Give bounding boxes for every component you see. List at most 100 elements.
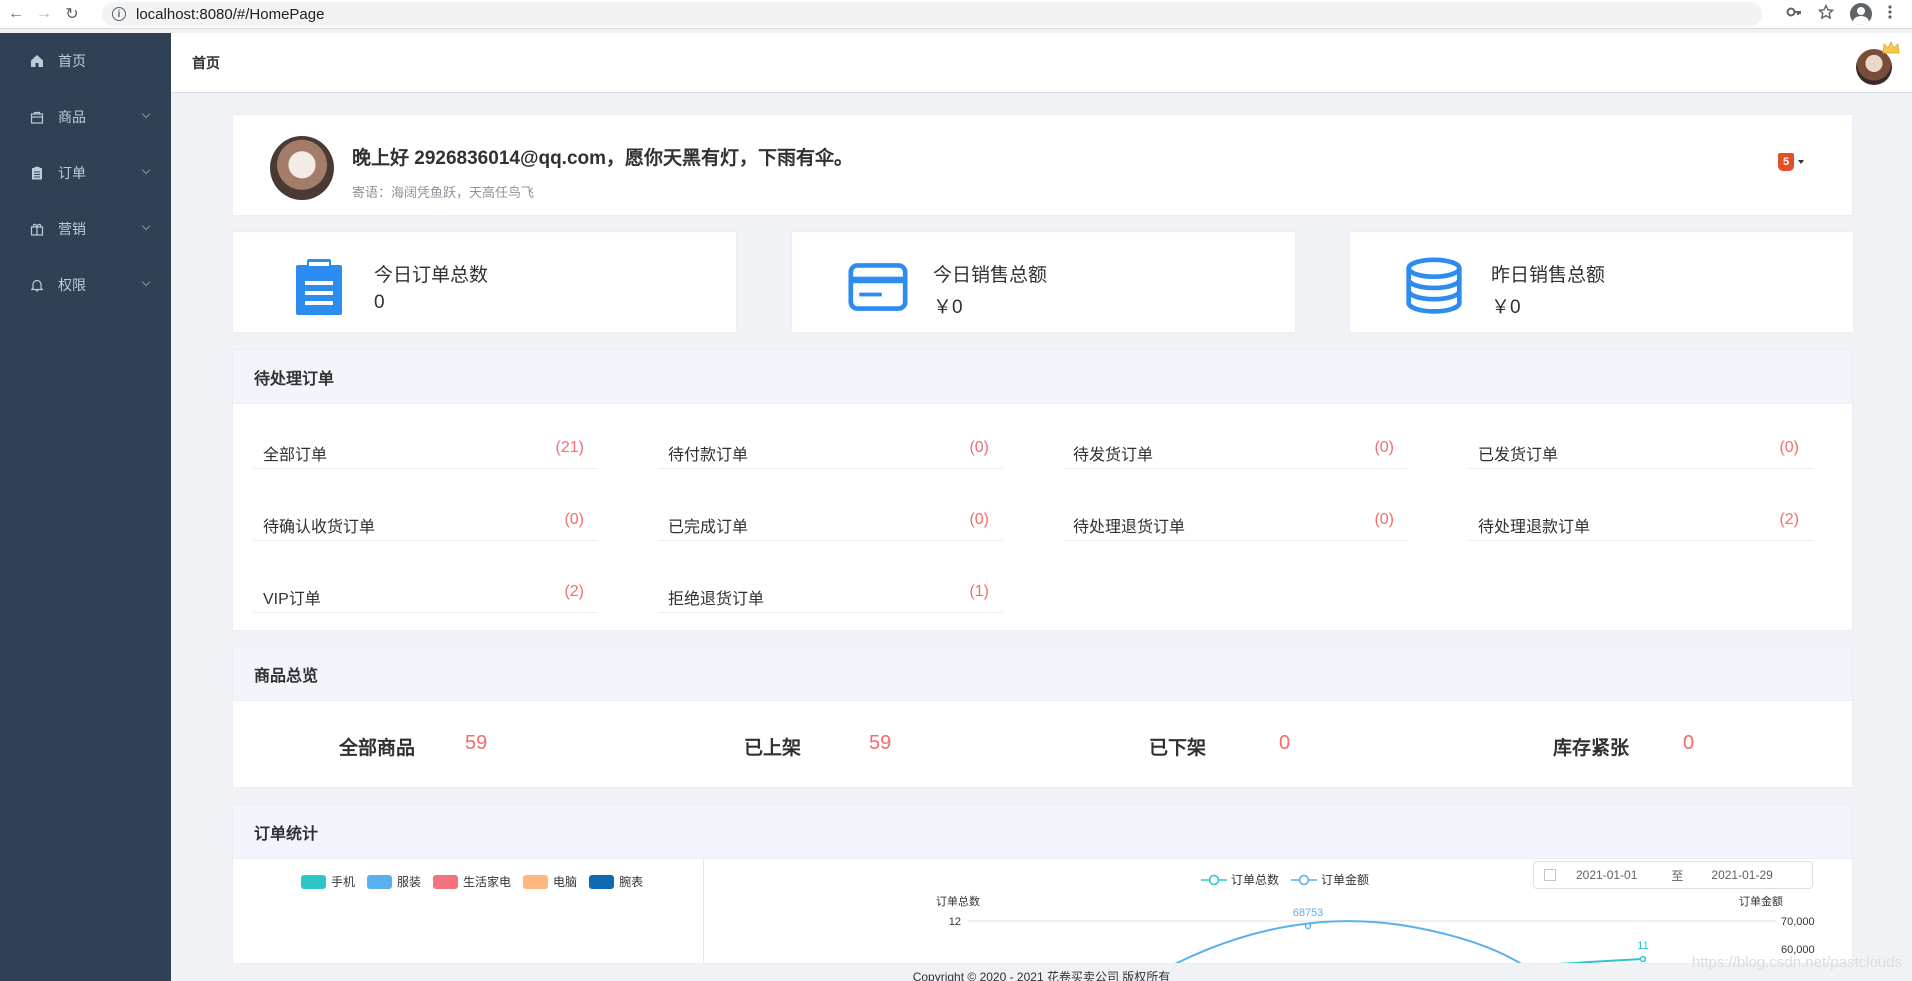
series-line-amount (1174, 920, 1522, 963)
order-link-return-rejected[interactable]: 拒绝退货订单 (1) (658, 563, 1003, 613)
browser-toolbar: ← → ↻ i localhost:8080/#/HomePage (0, 0, 1912, 29)
date-range-picker[interactable]: 2021-01-01 至 2021-01-29 (1533, 861, 1813, 889)
order-count: (0) (1374, 511, 1394, 528)
date-to[interactable]: 2021-01-29 (1711, 868, 1772, 882)
order-link-return-pending[interactable]: 待处理退货订单 (0) (1063, 491, 1408, 541)
calendar-icon (1544, 869, 1556, 881)
clipboard-icon (296, 259, 342, 315)
date-separator: 至 (1671, 868, 1684, 883)
stat-title: 今日销售总额 (933, 265, 1048, 286)
html5-dropdown[interactable]: 5 (1770, 150, 1812, 174)
order-label: 待处理退货订单 (1073, 519, 1186, 536)
data-point (1639, 955, 1647, 963)
chevron-down-icon (141, 221, 151, 231)
legend-label: 电脑 (553, 875, 578, 889)
order-count: (0) (969, 439, 989, 456)
order-link-refund-pending[interactable]: 待处理退款订单 (2) (1468, 491, 1813, 541)
legend-label: 生活家电 (463, 875, 512, 889)
stat-value: ￥0 (1491, 297, 1521, 318)
sidebar-item-orders[interactable]: 订单 (0, 145, 171, 201)
legend-label: 手机 (331, 875, 356, 889)
pending-orders-panel: 待处理订单 全部订单 (21) 待付款订单 (0) 待发货订单 (0) 已发货订… (232, 349, 1853, 631)
order-count: (21) (555, 439, 584, 456)
order-statistics-panel: 订单统计 手机 服装 生活家电 电脑 腕表 订单总数 订单金额 2021-01-… (232, 804, 1853, 964)
goods-label: 全部商品 (339, 738, 416, 759)
goods-value: 0 (1683, 732, 1695, 754)
sidebar-item-label: 订单 (58, 165, 86, 181)
caret-down-icon (1798, 160, 1804, 164)
legend-item[interactable]: 服装 (367, 873, 421, 890)
order-count: (0) (564, 511, 584, 528)
sidebar-item-label: 营销 (58, 221, 86, 237)
browser-profile-icon[interactable] (1850, 3, 1872, 25)
stat-card-today-sales: 今日销售总额 ￥0 (791, 231, 1296, 333)
panel-title: 待处理订单 (233, 350, 1852, 404)
y-tick-label: 12 (949, 916, 961, 928)
order-count: (0) (969, 511, 989, 528)
legend-label: 腕表 (619, 875, 644, 889)
order-label: 待付款订单 (668, 447, 749, 464)
motto-text: 寄语：海阔凭鱼跃，天高任鸟飞 (352, 185, 535, 200)
sidebar-item-label: 商品 (58, 109, 86, 125)
sidebar-item-label: 首页 (58, 53, 86, 69)
pie-legend: 手机 服装 生活家电 电脑 腕表 (301, 873, 643, 890)
crown-icon (1882, 41, 1900, 54)
order-count: (2) (564, 583, 584, 600)
order-link-all[interactable]: 全部订单 (21) (253, 419, 598, 469)
order-label: 拒绝退货订单 (668, 591, 765, 608)
forward-icon[interactable]: → (32, 2, 56, 26)
chart-axis-label: 订单金额 (1739, 895, 1783, 908)
legend-item[interactable]: 腕表 (589, 873, 643, 890)
info-icon[interactable]: i (112, 7, 126, 21)
order-label: 全部订单 (263, 447, 328, 464)
sidebar-item-permission[interactable]: 权限 (0, 257, 171, 313)
bookmark-star-icon[interactable] (1817, 3, 1835, 25)
goods-label: 已下架 (1149, 738, 1207, 759)
goods-label: 已上架 (744, 738, 802, 759)
breadcrumb[interactable]: 首页 (192, 53, 220, 73)
legend-item[interactable]: 订单总数 (1201, 871, 1279, 888)
stat-title: 昨日销售总额 (1491, 265, 1606, 286)
stat-value: 0 (374, 292, 385, 313)
data-point (1304, 922, 1312, 930)
back-icon[interactable]: ← (4, 2, 28, 26)
order-link-to-ship[interactable]: 待发货订单 (0) (1063, 419, 1408, 469)
stat-title: 今日订单总数 (374, 265, 489, 286)
order-link-to-confirm[interactable]: 待确认收货订单 (0) (253, 491, 598, 541)
order-count: (1) (969, 583, 989, 600)
chevron-down-icon (141, 277, 151, 287)
gift-icon (30, 222, 44, 236)
order-link-completed[interactable]: 已完成订单 (0) (658, 491, 1003, 541)
stat-card-yesterday-sales: 昨日销售总额 ￥0 (1349, 231, 1854, 333)
goods-overview-panel: 商品总览 全部商品 59 已上架 59 已下架 0 库存紧张 0 (232, 646, 1853, 788)
goods-value: 0 (1279, 732, 1291, 754)
panel-title: 订单统计 (233, 805, 1852, 859)
line-legend: 订单总数 订单金额 (1201, 871, 1369, 888)
home-icon (30, 54, 44, 68)
reload-icon[interactable]: ↻ (60, 2, 84, 26)
legend-item[interactable]: 生活家电 (433, 873, 511, 890)
sidebar-item-goods[interactable]: 商品 (0, 89, 171, 145)
more-menu-icon[interactable] (1888, 4, 1892, 25)
legend-item[interactable]: 手机 (301, 873, 355, 890)
legend-item[interactable]: 订单金额 (1291, 871, 1369, 888)
legend-item[interactable]: 电脑 (523, 873, 577, 890)
order-link-vip[interactable]: VIP订单 (2) (253, 563, 598, 613)
watermark-text: https://blog.csdn.net/pastclouds (1691, 954, 1902, 971)
order-count: (2) (1779, 511, 1799, 528)
address-bar[interactable]: i localhost:8080/#/HomePage (102, 2, 1762, 26)
credit-card-icon (848, 263, 908, 311)
key-icon[interactable] (1786, 4, 1802, 25)
sidebar-item-marketing[interactable]: 营销 (0, 201, 171, 257)
order-link-unpaid[interactable]: 待付款订单 (0) (658, 419, 1003, 469)
order-label: 已发货订单 (1478, 447, 1559, 464)
y-tick-label: 70,000 (1781, 916, 1815, 928)
stat-card-today-orders: 今日订单总数 0 (232, 231, 737, 333)
greeting-text: 晚上好 2926836014@qq.com，愿你天黑有灯，下雨有伞。 (352, 148, 854, 169)
goods-value: 59 (465, 732, 488, 754)
line-chart: 订单总数 订单金额 12 70,000 60,000 68753 11 (936, 895, 1815, 963)
order-link-shipped[interactable]: 已发货订单 (0) (1468, 419, 1813, 469)
data-label: 11 (1637, 940, 1648, 952)
sidebar-item-home[interactable]: 首页 (0, 33, 171, 89)
date-from[interactable]: 2021-01-01 (1576, 868, 1637, 882)
